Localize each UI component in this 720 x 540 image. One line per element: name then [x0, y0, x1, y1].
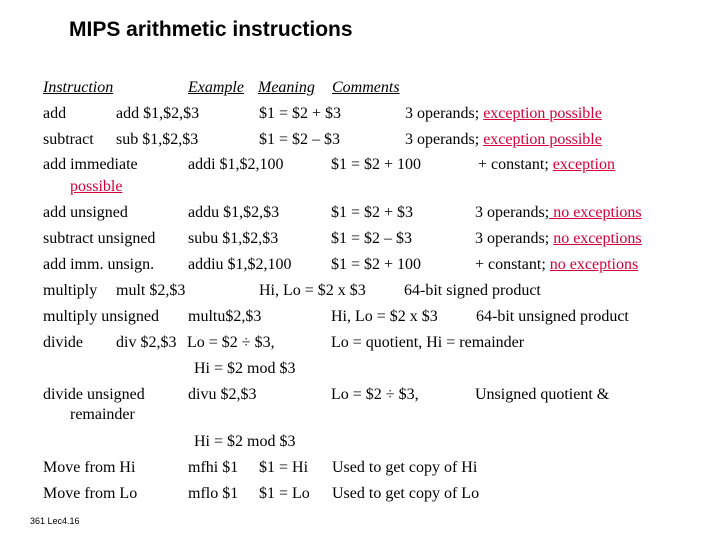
row-addiu-meaning: $1 = $2 + 100: [331, 256, 422, 273]
row-div-example: div $2,$3: [116, 334, 177, 351]
row-div-meaning-2: Hi = $2 mod $3: [194, 360, 296, 377]
exception-note: exception possible: [483, 105, 602, 122]
row-divu-comment: Unsigned quotient &: [475, 386, 610, 403]
row-addiu-instruction: add imm. unsign.: [43, 256, 155, 273]
row-addu-example: addu $1,$2,$3: [188, 204, 280, 221]
row-mflo-meaning: $1 = Lo: [259, 485, 310, 502]
row-mfhi-meaning: $1 = Hi: [259, 459, 309, 476]
row-multu-instruction: multiply unsigned: [43, 308, 159, 325]
no-exception-note: no exceptions: [553, 230, 642, 247]
row-sub-instruction: subtract: [43, 131, 94, 148]
row-addi-comment-wrap: possible: [70, 178, 123, 195]
row-add-comment: 3 operands; exception possible: [405, 105, 602, 122]
no-exception-note: no exceptions: [549, 204, 642, 221]
row-add-instruction: add: [43, 105, 67, 122]
row-addiu-example: addiu $1,$2,100: [188, 256, 292, 273]
header-meaning: Meaning: [258, 79, 315, 96]
row-divu-meaning: Lo = $2 ÷ $3,: [331, 386, 419, 403]
row-addi-example: addi $1,$2,100: [188, 156, 284, 173]
row-subu-example: subu $1,$2,$3: [188, 230, 279, 247]
row-div-meaning: Lo = $2 ÷ $3,: [187, 334, 275, 351]
row-sub-comment: 3 operands; exception possible: [405, 131, 602, 148]
row-sub-example: sub $1,$2,$3: [116, 131, 199, 148]
row-div-comment: Lo = quotient, Hi = remainder: [331, 334, 525, 351]
row-mult-instruction: multiply: [43, 282, 98, 299]
row-div-instruction: divide: [43, 334, 83, 351]
row-mflo-comment: Used to get copy of Lo: [332, 485, 480, 502]
header-example: Example: [188, 79, 244, 96]
row-sub-meaning: $1 = $2 – $3: [259, 131, 341, 148]
header-comments: Comments: [332, 79, 400, 96]
no-exception-note: no exceptions: [549, 256, 639, 273]
row-addiu-comment: + constant; no exceptions: [475, 256, 639, 273]
row-addi-meaning: $1 = $2 + 100: [331, 156, 422, 173]
exception-note: exception: [552, 156, 615, 173]
header-instruction: Instruction: [43, 79, 114, 96]
slide-footer: 361 Lec4.16: [30, 516, 80, 526]
row-divu-instruction: divide unsigned: [43, 386, 145, 403]
row-addi-comment: + constant; exception: [478, 156, 615, 173]
row-mfhi-example: mfhi $1: [188, 459, 239, 476]
row-divu-instruction-2: remainder: [70, 406, 135, 423]
row-multu-example: multu$2,$3: [188, 308, 262, 325]
row-mfhi-comment: Used to get copy of Hi: [332, 459, 478, 476]
row-addi-instruction: add immediate: [43, 156, 138, 173]
row-subu-meaning: $1 = $2 – $3: [331, 230, 413, 247]
row-mflo-instruction: Move from Lo: [43, 485, 138, 502]
row-mult-example: mult $2,$3: [116, 282, 186, 299]
row-mult-comment: 64-bit signed product: [404, 282, 541, 299]
row-add-example: add $1,$2,$3: [116, 105, 200, 122]
exception-note: exception possible: [483, 131, 602, 148]
row-addu-instruction: add unsigned: [43, 204, 128, 221]
row-multu-meaning: Hi, Lo = $2 x $3: [331, 308, 438, 325]
row-divu-meaning-2: Hi = $2 mod $3: [194, 433, 296, 450]
row-add-meaning: $1 = $2 + $3: [259, 105, 342, 122]
row-mfhi-instruction: Move from Hi: [43, 459, 136, 476]
row-mflo-example: mflo $1: [188, 485, 239, 502]
row-mult-meaning: Hi, Lo = $2 x $3: [259, 282, 366, 299]
row-multu-comment: 64-bit unsigned product: [476, 308, 629, 325]
slide-title: MIPS arithmetic instructions: [69, 18, 353, 41]
row-divu-example: divu $2,$3: [188, 386, 257, 403]
row-subu-instruction: subtract unsigned: [43, 230, 156, 247]
row-addu-meaning: $1 = $2 + $3: [331, 204, 414, 221]
row-addu-comment: 3 operands; no exceptions: [475, 204, 642, 221]
row-subu-comment: 3 operands; no exceptions: [475, 230, 642, 247]
